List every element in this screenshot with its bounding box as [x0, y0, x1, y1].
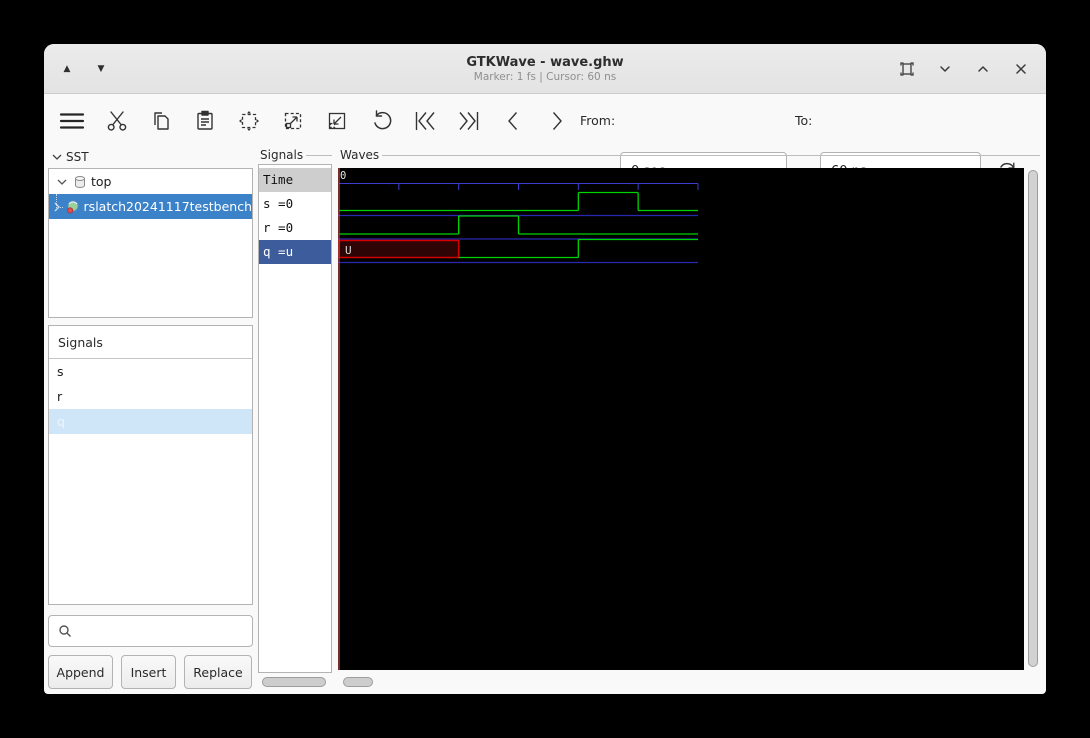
- signals-list-header[interactable]: Signals: [49, 326, 252, 359]
- wave-name-s[interactable]: s =0: [259, 192, 331, 216]
- waves-vscrollbar[interactable]: [1026, 168, 1040, 670]
- toolbar: From: To:: [44, 94, 1046, 190]
- copy-icon[interactable]: [148, 108, 174, 134]
- wave-name-r[interactable]: r =0: [259, 216, 331, 240]
- marker-cursor-status: Marker: 1 fs | Cursor: 60 ns: [473, 70, 617, 83]
- titlebar[interactable]: ▲ ▼ GTKWave - wave.ghw Marker: 1 fs | Cu…: [44, 44, 1046, 94]
- cut-icon[interactable]: [104, 108, 130, 134]
- signals-list-panel: Signals s r q: [48, 325, 253, 605]
- window-title: GTKWave - wave.ghw: [466, 54, 624, 70]
- zoom-in-icon[interactable]: [280, 108, 306, 134]
- maximize-icon[interactable]: [972, 58, 994, 80]
- zoom-fit-icon[interactable]: [236, 108, 262, 134]
- tree-item-label: rslatch20241117testbench: [83, 199, 252, 214]
- sst-label: SST: [66, 150, 89, 164]
- svg-text:0: 0: [340, 170, 346, 182]
- waves-frame-label: Waves: [340, 148, 1040, 162]
- find-prev-edge-icon[interactable]: [500, 108, 526, 134]
- time-header-cell[interactable]: Time: [259, 168, 331, 192]
- tree-item-top[interactable]: top: [49, 169, 252, 194]
- paste-icon[interactable]: [192, 108, 218, 134]
- chevron-down-icon: [52, 154, 62, 160]
- append-button[interactable]: Append: [48, 655, 113, 689]
- zoom-undo-icon[interactable]: [368, 108, 394, 134]
- wave-area[interactable]: 0U: [338, 168, 1024, 670]
- waves-hscrollbar[interactable]: [338, 675, 1024, 688]
- zoom-out-icon[interactable]: [324, 108, 350, 134]
- module-cylinder-icon: [72, 174, 88, 190]
- tree-connector: [49, 194, 57, 219]
- find-next-edge-icon[interactable]: [544, 108, 570, 134]
- search-input[interactable]: [79, 616, 252, 646]
- scroll-down-icon[interactable]: ▼: [90, 58, 112, 80]
- from-label: From:: [580, 113, 616, 128]
- scroll-up-icon[interactable]: ▲: [56, 58, 78, 80]
- names-hscrollbar[interactable]: [258, 675, 332, 688]
- svg-text:U: U: [345, 244, 352, 257]
- insert-button[interactable]: Insert: [121, 655, 176, 689]
- signal-search[interactable]: [48, 615, 253, 647]
- wave-canvas[interactable]: 0U: [338, 168, 1024, 670]
- sst-tree: top rslatch20241117testbench: [48, 168, 253, 318]
- tree-item-testbench[interactable]: rslatch20241117testbench: [49, 194, 252, 219]
- expander-down-icon[interactable]: [53, 175, 71, 189]
- minimize-icon[interactable]: [934, 58, 956, 80]
- fullscreen-icon[interactable]: [896, 58, 918, 80]
- search-icon: [59, 625, 71, 637]
- tree-item-label: top: [91, 174, 112, 189]
- close-icon[interactable]: [1010, 58, 1032, 80]
- menu-icon[interactable]: [58, 108, 86, 134]
- zoom-to-end-icon[interactable]: [456, 108, 482, 134]
- mid-signals-frame-label: Signals: [260, 148, 332, 162]
- signal-row-s[interactable]: s: [49, 359, 252, 384]
- sst-section-header[interactable]: SST: [50, 150, 89, 164]
- signal-row-q[interactable]: q: [49, 409, 252, 434]
- wave-name-q[interactable]: q =u: [259, 240, 331, 264]
- signal-row-r[interactable]: r: [49, 384, 252, 409]
- hierarchy-globe-icon: [65, 199, 81, 215]
- replace-button[interactable]: Replace: [184, 655, 252, 689]
- to-label: To:: [795, 113, 813, 128]
- signal-names-panel: Time s =0 r =0 q =u: [258, 164, 332, 673]
- zoom-to-start-icon[interactable]: [412, 108, 438, 134]
- gtkwave-window: ▲ ▼ GTKWave - wave.ghw Marker: 1 fs | Cu…: [44, 44, 1046, 694]
